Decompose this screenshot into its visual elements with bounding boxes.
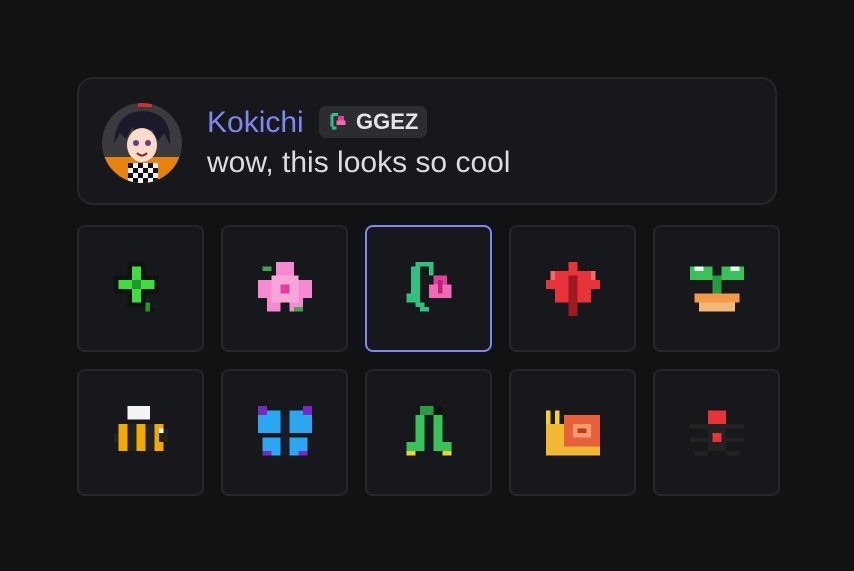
clover-icon [113,261,159,311]
tile-snail[interactable] [509,369,636,496]
spider-icon [689,410,744,455]
tile-clover[interactable] [77,225,204,352]
bee-icon [113,405,168,451]
icon-grid [77,225,780,496]
tile-caterpillar[interactable] [365,369,492,496]
tile-bellflower[interactable] [365,225,492,352]
bellflower-icon [330,113,346,130]
snail-icon [545,410,600,455]
avatar[interactable] [102,103,182,183]
avatar-image [102,103,182,183]
tile-sprout-pot[interactable] [653,225,780,352]
guild-tag[interactable]: GGEZ [319,106,427,138]
guild-tag-text: GGEZ [356,109,419,134]
username[interactable]: Kokichi [207,105,304,141]
maple-leaf-icon [545,261,600,316]
message-text: wow, this looks so cool [207,146,511,179]
tile-cherry-blossom[interactable] [221,225,348,352]
butterfly-icon [257,405,312,455]
tile-maple-leaf[interactable] [509,225,636,352]
tile-bee[interactable] [77,369,204,496]
sprout-pot-icon [689,266,744,311]
bellflower-icon [406,261,451,311]
caterpillar-icon [406,405,451,455]
message-card: Kokichi GGEZ wow, this looks so cool [77,77,777,205]
tile-butterfly[interactable] [221,369,348,496]
tile-spider[interactable] [653,369,780,496]
cherry-blossom-icon [257,261,312,311]
